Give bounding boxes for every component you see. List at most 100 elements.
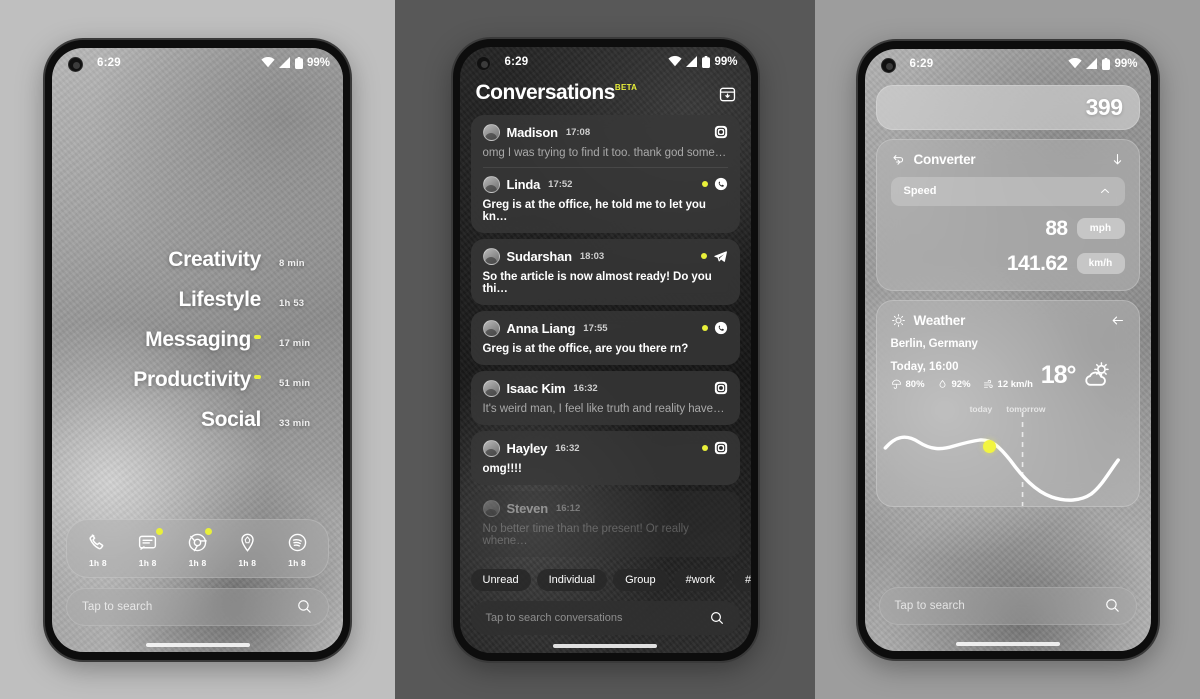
dock-item-chrome[interactable]: 1h 8 xyxy=(175,527,219,568)
app-dock: 1h 8 1h 8 1h 8 1h 8 1h 8 xyxy=(66,518,329,578)
category-label: Lifestyle xyxy=(178,287,262,311)
search-placeholder: Tap to search conversations xyxy=(485,611,623,624)
dock-item-messages[interactable]: 1h 8 xyxy=(126,527,170,568)
contact-name: Anna Liang xyxy=(506,320,576,336)
avatar xyxy=(482,123,500,141)
battery-percentage: 99% xyxy=(1114,57,1138,70)
category-item-creativity[interactable]: Creativity 8 min xyxy=(52,248,343,272)
converter-row-mph[interactable]: 88 mph xyxy=(891,217,1125,241)
collapse-button[interactable] xyxy=(1110,152,1125,167)
whatsapp-icon xyxy=(714,321,727,335)
category-time: 51 min xyxy=(279,377,311,389)
panel-home-screen: 6:29 99% Creativity 8 min Lifestyle 1h 5… xyxy=(0,0,395,699)
category-item-lifestyle[interactable]: Lifestyle 1h 53 xyxy=(52,288,343,312)
archive-button[interactable] xyxy=(718,85,737,104)
converter-widget: Converter Speed 88 mph 141.62 km/h xyxy=(875,138,1140,291)
category-item-social[interactable]: Social 33 min xyxy=(52,408,343,432)
signal-icon xyxy=(686,56,698,67)
conversation-item-sudarshan[interactable]: Sudarshan 18:03 So the article is now al… xyxy=(470,238,740,305)
widget-title: Weather xyxy=(913,312,966,328)
search-icon[interactable] xyxy=(1104,597,1121,614)
chrome-icon xyxy=(188,533,207,551)
filter-chip-group[interactable]: Group xyxy=(613,568,668,591)
calculator-widget[interactable]: 399 xyxy=(875,84,1140,130)
dock-label: 1h 8 xyxy=(238,557,257,568)
status-clock: 6:29 xyxy=(909,57,934,70)
converter-row-kmh[interactable]: 141.62 km/h xyxy=(891,252,1125,276)
weather-stat-wind: 12 km/h xyxy=(983,379,1033,390)
filter-chip-fam[interactable]: #fam xyxy=(732,568,751,591)
camera-punch-hole xyxy=(68,56,83,72)
back-button[interactable] xyxy=(1110,313,1125,328)
wind-icon xyxy=(983,379,993,388)
telegram-icon xyxy=(713,250,727,262)
converter-value: 141.62 xyxy=(1006,251,1068,275)
filter-chip-individual[interactable]: Individual xyxy=(536,568,608,591)
message-time: 17:08 xyxy=(565,126,591,138)
status-clock: 6:29 xyxy=(97,56,121,69)
current-point-marker xyxy=(982,439,996,453)
converter-unit[interactable]: km/h xyxy=(1076,253,1125,274)
search-bar[interactable]: Tap to search xyxy=(66,587,329,626)
notification-dot-icon xyxy=(254,334,261,339)
wifi-icon xyxy=(1068,58,1083,69)
category-item-productivity[interactable]: Productivity 51 min xyxy=(52,368,343,392)
dock-label: 1h 8 xyxy=(188,557,207,568)
wifi-icon xyxy=(668,56,683,67)
divider xyxy=(482,166,728,168)
weather-widget: Weather Berlin, Germany Today, 16:00 80% xyxy=(875,299,1140,507)
chart-label-tomorrow: tomorrow xyxy=(1006,403,1046,414)
conversation-card-group: Madison 17:08 omg I was trying to find i… xyxy=(470,114,740,233)
conversation-item-hayley[interactable]: Hayley 16:32 omg!!!! xyxy=(470,430,740,485)
conversation-item-anna-liang[interactable]: Anna Liang 17:55 Greg is at the office, … xyxy=(470,310,740,365)
chart-label-today: today xyxy=(969,403,993,414)
search-placeholder: Tap to search xyxy=(82,600,153,613)
status-bar: 6:29 99% xyxy=(52,48,343,78)
weather-temperature-chart: today tomorrow xyxy=(877,398,1139,506)
message-preview: omg!!!! xyxy=(482,462,522,475)
category-time: 17 min xyxy=(279,337,311,349)
chevron-up-icon xyxy=(1100,188,1109,193)
status-bar: 6:29 99% xyxy=(865,49,1151,79)
category-item-messaging[interactable]: Messaging 17 min xyxy=(52,328,343,352)
dock-label: 1h 8 xyxy=(88,557,107,568)
battery-icon xyxy=(294,56,303,69)
category-time: 33 min xyxy=(279,417,311,429)
contact-name: Sudarshan xyxy=(506,248,573,264)
message-preview: No better time than the present! Or real… xyxy=(482,522,689,547)
conversation-item-linda[interactable]: Linda 17:52 Greg is at the office, he to… xyxy=(482,175,728,223)
dock-item-spotify[interactable]: 1h 8 xyxy=(275,532,319,568)
contact-name: Isaac Kim xyxy=(506,380,566,396)
message-time: 16:32 xyxy=(573,382,598,394)
dock-item-maps[interactable]: 1h 8 xyxy=(225,532,269,568)
convert-icon xyxy=(892,154,903,165)
dock-item-phone[interactable]: 1h 8 xyxy=(76,532,120,568)
messages-icon xyxy=(139,535,157,550)
instagram-icon xyxy=(714,441,727,455)
conversation-item-madison[interactable]: Madison 17:08 omg I was trying to find i… xyxy=(482,123,728,159)
dock-badge-dot-icon xyxy=(205,527,213,535)
dock-label: 1h 8 xyxy=(138,557,157,568)
conversations-header: ConversationsBETA xyxy=(476,81,737,105)
category-label: Productivity xyxy=(133,368,261,392)
temperature-line xyxy=(883,435,1120,502)
filter-chip-unread[interactable]: Unread xyxy=(470,568,531,591)
converter-unit[interactable]: mph xyxy=(1076,218,1125,239)
category-time: 1h 53 xyxy=(279,297,305,309)
phone-device-1: 6:29 99% Creativity 8 min Lifestyle 1h 5… xyxy=(45,39,350,660)
umbrella-icon xyxy=(891,379,901,389)
page-title: ConversationsBETA xyxy=(475,80,638,104)
search-bar[interactable]: Tap to search conversations xyxy=(470,600,740,635)
search-icon[interactable] xyxy=(709,610,725,626)
converter-category-select[interactable]: Speed xyxy=(890,176,1125,206)
screen-widgets: 6:29 99% 399 Converter Speed 88 mph 141.… xyxy=(864,48,1151,651)
conversation-item-isaac-kim[interactable]: Isaac Kim 16:32 It's weird man, I feel l… xyxy=(470,370,740,425)
search-bar[interactable]: Tap to search xyxy=(878,586,1137,625)
message-preview: omg I was trying to find it too. thank g… xyxy=(482,146,727,159)
weather-current: 18° xyxy=(1041,361,1111,390)
filter-chip-work[interactable]: #work xyxy=(673,568,727,591)
panel-widgets: 6:29 99% 399 Converter Speed 88 mph 141.… xyxy=(815,0,1200,699)
category-label: Messaging xyxy=(145,328,261,352)
conversation-item-steven[interactable]: Steven 16:12 No better time than the pre… xyxy=(470,490,740,557)
search-icon[interactable] xyxy=(296,598,313,615)
